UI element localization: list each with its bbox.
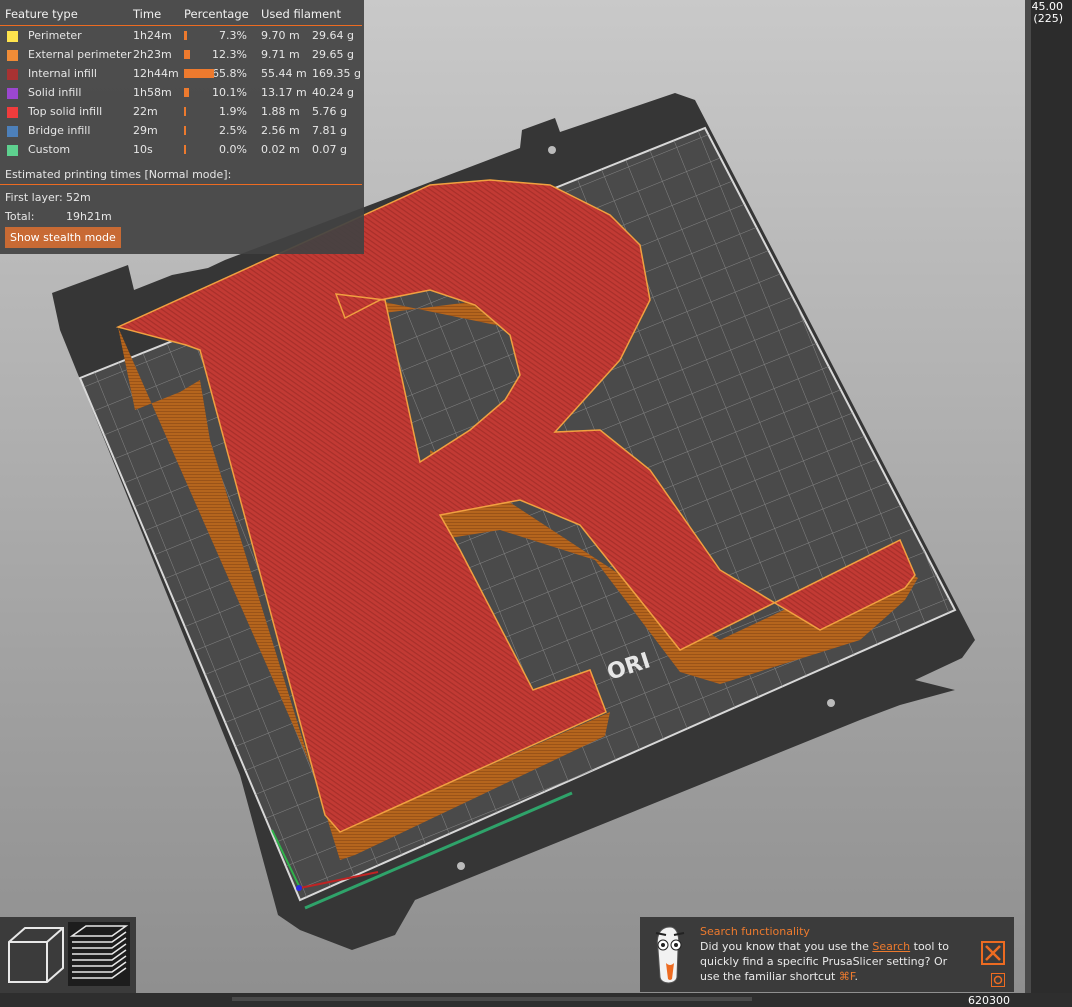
feature-length: 1.88 m	[261, 105, 300, 118]
gear-icon[interactable]	[991, 973, 1005, 987]
feature-name: Internal infill	[28, 67, 97, 80]
feature-name: Bridge infill	[28, 124, 91, 137]
feature-length: 9.71 m	[261, 48, 300, 61]
show-stealth-mode-button[interactable]: Show stealth mode	[5, 227, 121, 248]
feature-time: 29m	[133, 124, 158, 137]
legend-row: Top solid infill 22m 1.9% 1.88 m 5.76 g	[0, 105, 364, 124]
feature-length: 9.70 m	[261, 29, 300, 42]
hint-shortcut: ⌘F	[838, 970, 855, 983]
layer-slider-track[interactable]	[1025, 0, 1031, 993]
hint-close-button[interactable]	[981, 941, 1005, 965]
hint-text-part: Did you know that you use the	[700, 940, 873, 953]
color-swatch	[7, 107, 18, 118]
percentage-bar	[184, 126, 186, 135]
feature-name: External perimeter	[28, 48, 132, 61]
header-time: Time	[133, 7, 162, 21]
feature-name: Top solid infill	[28, 105, 103, 118]
feature-weight: 7.81 g	[312, 124, 347, 137]
legend-row: Solid infill 1h58m 10.1% 13.17 m 40.24 g	[0, 86, 364, 105]
header-feature-type: Feature type	[5, 7, 78, 21]
feature-time: 2h23m	[133, 48, 172, 61]
header-used-filament: Used filament	[261, 7, 342, 21]
hint-text: Did you know that you use the Search too…	[700, 939, 962, 984]
feature-weight: 40.24 g	[312, 86, 354, 99]
feature-length: 2.56 m	[261, 124, 300, 137]
color-swatch	[7, 88, 18, 99]
feature-name: Solid infill	[28, 86, 82, 99]
first-layer-value: 52m	[66, 191, 91, 204]
color-swatch	[7, 50, 18, 61]
legend-row: Internal infill 12h44m 65.8% 55.44 m 169.35 …	[0, 67, 364, 86]
feature-time: 1h58m	[133, 86, 172, 99]
feature-time: 12h44m	[133, 67, 179, 80]
feature-time: 22m	[133, 105, 158, 118]
legend-row: Custom 10s 0.0% 0.02 m 0.07 g	[0, 143, 364, 162]
horizontal-slider-bar: 620300	[0, 993, 1072, 1007]
color-swatch	[7, 31, 18, 42]
search-link[interactable]: Search	[872, 940, 910, 953]
feature-time: 10s	[133, 143, 153, 156]
percentage-bar	[184, 107, 186, 116]
horizontal-slider-track[interactable]	[232, 997, 752, 1001]
feature-weight: 29.64 g	[312, 29, 354, 42]
estimated-times-label: Estimated printing times [Normal mode]:	[5, 168, 232, 181]
feature-percent: 1.9%	[219, 105, 247, 118]
legend-row: Perimeter 1h24m 7.3% 9.70 m 29.64 g	[0, 29, 364, 48]
view-layers-button[interactable]	[68, 922, 130, 986]
feature-name: Perimeter	[28, 29, 82, 42]
percentage-bar	[184, 50, 190, 59]
layer-number-value: (225)	[1033, 12, 1063, 25]
view-3d-button[interactable]	[3, 922, 65, 986]
feature-weight: 5.76 g	[312, 105, 347, 118]
feature-length: 55.44 m	[261, 67, 307, 80]
color-swatch	[7, 126, 18, 137]
header-divider	[0, 25, 362, 26]
feature-time: 1h24m	[133, 29, 172, 42]
close-icon	[985, 945, 1001, 961]
legend-row: External perimeter 2h23m 12.3% 9.71 m 29.65 …	[0, 48, 364, 67]
legend-row: Bridge infill 29m 2.5% 2.56 m 7.81 g	[0, 124, 364, 143]
feature-weight: 0.07 g	[312, 143, 347, 156]
percentage-bar	[184, 69, 214, 78]
feature-weight: 169.35 g	[312, 67, 361, 80]
cube-icon	[8, 927, 64, 983]
feature-percent: 65.8%	[212, 67, 247, 80]
feature-percent: 10.1%	[212, 86, 247, 99]
color-swatch	[7, 145, 18, 156]
feature-length: 13.17 m	[261, 86, 307, 99]
feature-length: 0.02 m	[261, 143, 300, 156]
stats-legend: Feature type Time Percentage Used filame…	[0, 0, 364, 254]
feature-weight: 29.65 g	[312, 48, 354, 61]
hint-notification: Search functionality Did you know that y…	[640, 917, 1014, 992]
feature-percent: 2.5%	[219, 124, 247, 137]
header-percentage: Percentage	[184, 7, 249, 21]
total-value: 19h21m	[66, 210, 112, 223]
feature-name: Custom	[28, 143, 71, 156]
feature-percent: 0.0%	[219, 143, 247, 156]
hint-mascot-icon	[655, 926, 685, 984]
view-toggle-group	[0, 917, 136, 993]
estimated-divider	[0, 184, 362, 185]
percentage-bar	[184, 145, 186, 154]
total-label: Total:	[5, 210, 35, 223]
hint-title: Search functionality	[700, 925, 810, 938]
percentage-bar	[184, 31, 188, 40]
percentage-bar	[184, 88, 189, 97]
layer-slider-max-label: 45.00 (225)	[1032, 1, 1064, 25]
color-swatch	[7, 69, 18, 80]
layers-icon	[69, 925, 129, 979]
horizontal-slider-value: 620300	[968, 994, 1010, 1007]
layer-slider[interactable]: 45.00 (225)	[1025, 0, 1072, 993]
hint-text-part: .	[854, 970, 858, 983]
feature-percent: 12.3%	[212, 48, 247, 61]
first-layer-label: First layer:	[5, 191, 63, 204]
feature-percent: 7.3%	[219, 29, 247, 42]
